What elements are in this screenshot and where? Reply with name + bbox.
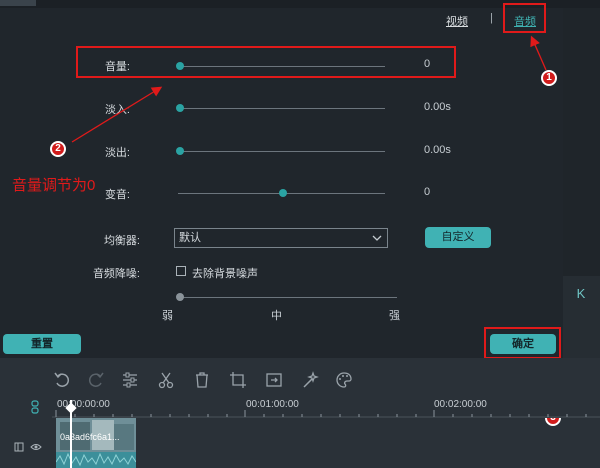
- annotation-badge-2: 2: [50, 141, 66, 157]
- export-frame-icon[interactable]: [264, 370, 284, 390]
- magic-wand-icon[interactable]: [300, 370, 320, 390]
- timeline-clip[interactable]: 0a3ad6fc6a1...: [56, 418, 136, 468]
- delete-icon[interactable]: [192, 370, 212, 390]
- undo-icon[interactable]: [52, 370, 72, 390]
- annotation-text: 音量调节为0: [12, 177, 96, 194]
- timecode-2: 00:02:00:00: [434, 399, 487, 410]
- color-palette-icon[interactable]: [334, 370, 354, 390]
- scissors-icon[interactable]: [156, 370, 176, 390]
- clip-name: 0a3ad6fc6a1...: [60, 432, 120, 442]
- eye-icon[interactable]: [30, 443, 42, 451]
- link-icon[interactable]: [30, 400, 42, 414]
- track-thumbnail-icon: [14, 442, 24, 452]
- redo-icon[interactable]: [86, 370, 106, 390]
- ruler-ticks: [52, 410, 600, 418]
- timecode-1: 00:01:00:00: [246, 399, 299, 410]
- crop-icon[interactable]: [228, 370, 248, 390]
- clip-thumbnail: [56, 418, 136, 468]
- adjust-icon[interactable]: [120, 370, 140, 390]
- annotation-badge-1: 1: [541, 70, 557, 86]
